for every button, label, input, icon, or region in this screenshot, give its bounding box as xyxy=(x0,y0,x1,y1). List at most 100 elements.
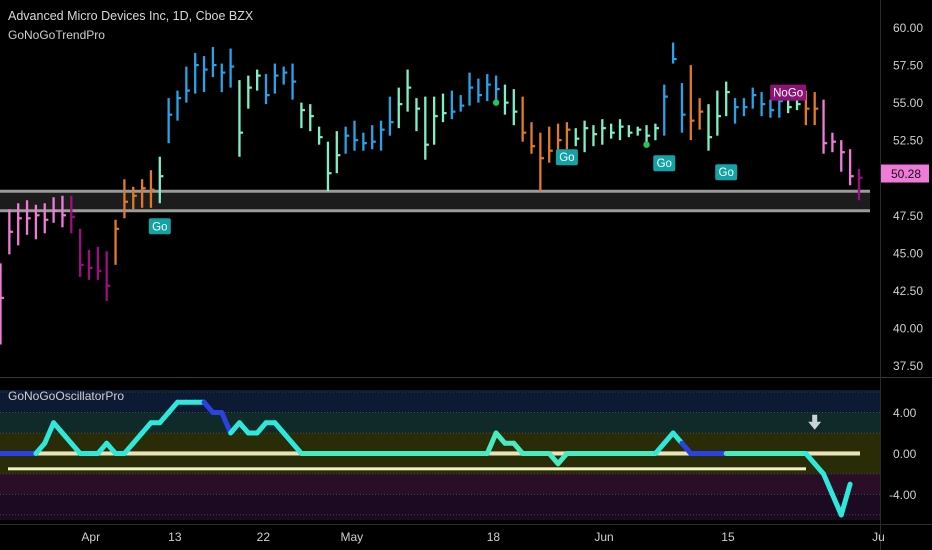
price-tick-label: 40.00 xyxy=(893,321,923,335)
price-bar xyxy=(610,123,615,139)
price-bar xyxy=(353,120,359,151)
badge-label: NoGo xyxy=(773,88,803,100)
price-bar xyxy=(751,87,757,109)
price-bar xyxy=(671,42,677,64)
osc-tick-label: 4.00 xyxy=(893,406,917,420)
price-bar xyxy=(769,99,775,118)
osc-zone-go xyxy=(0,412,880,433)
price-bar xyxy=(220,63,226,93)
price-bar xyxy=(813,92,819,126)
price-tick-label: 45.00 xyxy=(893,246,923,260)
osc-zone-strong-go xyxy=(0,390,880,413)
price-bar xyxy=(317,126,323,145)
time-axis-label: 18 xyxy=(487,530,501,544)
price-bar xyxy=(477,78,482,103)
indicator-name: GoNoGoTrendPro xyxy=(8,28,105,42)
price-bar xyxy=(494,75,500,100)
price-bar xyxy=(822,99,828,154)
badge-label: Go xyxy=(657,158,672,170)
chart-root: Go Go Go Go NoGo 60.00 57.50 55.00 52.50 50.28 47.… xyxy=(0,0,932,550)
support-zone xyxy=(0,191,870,211)
time-axis-label: Jun xyxy=(594,530,613,544)
price-bar xyxy=(194,53,199,94)
badge-label: Go xyxy=(152,221,167,233)
badge-label: Go xyxy=(559,152,574,164)
time-axis-label: Apr xyxy=(81,530,100,544)
price-bar xyxy=(565,122,571,150)
price-bar xyxy=(645,125,651,144)
price-bar xyxy=(468,72,474,106)
price-bar xyxy=(300,102,305,129)
price-bar xyxy=(406,69,412,112)
price-bar xyxy=(87,249,93,280)
price-bar xyxy=(636,126,642,136)
last-price-badge: 50.28 xyxy=(881,164,929,183)
price-tick-label: 52.50 xyxy=(893,134,923,148)
price-bar xyxy=(804,90,810,126)
nogo-badge: NoGo xyxy=(770,84,807,101)
price-bar xyxy=(530,122,536,154)
price-bar xyxy=(8,209,13,255)
price-bar xyxy=(326,141,332,192)
price-chart: Go Go Go Go NoGo 60.00 57.50 55.00 52.50 50.28 47.… xyxy=(0,0,932,550)
price-bar xyxy=(831,132,836,153)
price-bar xyxy=(512,89,518,126)
price-bar xyxy=(291,63,297,100)
price-tick-label: 37.50 xyxy=(893,359,923,373)
price-bar xyxy=(397,87,403,129)
osc-lower-band xyxy=(8,467,806,471)
price-bar xyxy=(185,66,190,103)
last-price-label: 50.28 xyxy=(891,167,921,181)
price-bar xyxy=(707,104,713,151)
price-bar xyxy=(486,74,491,102)
price-tick-label: 60.00 xyxy=(893,21,923,35)
price-bar xyxy=(167,98,173,144)
price-bar xyxy=(459,95,465,112)
price-bar xyxy=(725,81,730,117)
price-bar xyxy=(601,119,606,145)
osc-tick-label: 0.00 xyxy=(893,447,917,461)
price-bar xyxy=(742,98,748,117)
price-bar xyxy=(654,123,659,141)
chart-title: Advanced Micro Devices Inc, 1D, Cboe BZX xyxy=(8,9,254,23)
price-bar xyxy=(698,98,704,130)
price-bar xyxy=(255,69,261,91)
price-bar xyxy=(424,96,429,160)
oscillator-title: GoNoGoOscillatorPro xyxy=(8,389,125,403)
price-bar xyxy=(680,83,686,133)
go-badge: Go xyxy=(148,218,171,235)
price-bar xyxy=(229,48,235,88)
price-bar xyxy=(273,63,279,94)
price-tick-label: 55.00 xyxy=(893,96,923,110)
price-bar xyxy=(441,93,447,123)
price-bar xyxy=(335,131,341,174)
price-bar xyxy=(503,84,509,115)
price-bar xyxy=(379,120,385,151)
price-bar xyxy=(539,132,544,192)
price-bar xyxy=(105,251,111,301)
price-bar xyxy=(733,98,739,124)
go-badge: Go xyxy=(653,155,676,172)
price-bar xyxy=(114,219,120,265)
go-badge: Go xyxy=(715,164,738,181)
time-axis-label: 13 xyxy=(168,530,182,544)
price-bar xyxy=(627,125,633,138)
price-tick-label: 47.50 xyxy=(893,209,923,223)
price-bar xyxy=(0,263,5,345)
price-bar xyxy=(450,90,456,120)
signal-dot xyxy=(492,99,500,106)
price-bar xyxy=(96,246,102,280)
price-bar xyxy=(663,84,668,136)
price-bar xyxy=(574,128,580,147)
time-axis-label: Ju xyxy=(872,530,885,544)
price-bar xyxy=(202,56,208,93)
badge-label: Go xyxy=(719,167,734,179)
price-bar xyxy=(689,65,695,141)
price-bar xyxy=(521,96,527,142)
price-bar xyxy=(247,75,252,109)
time-axis-label: 22 xyxy=(257,530,271,544)
price-bar xyxy=(583,120,589,153)
price-bar xyxy=(282,66,288,85)
osc-tick-label: -4.00 xyxy=(889,488,917,502)
price-bar xyxy=(176,90,182,121)
